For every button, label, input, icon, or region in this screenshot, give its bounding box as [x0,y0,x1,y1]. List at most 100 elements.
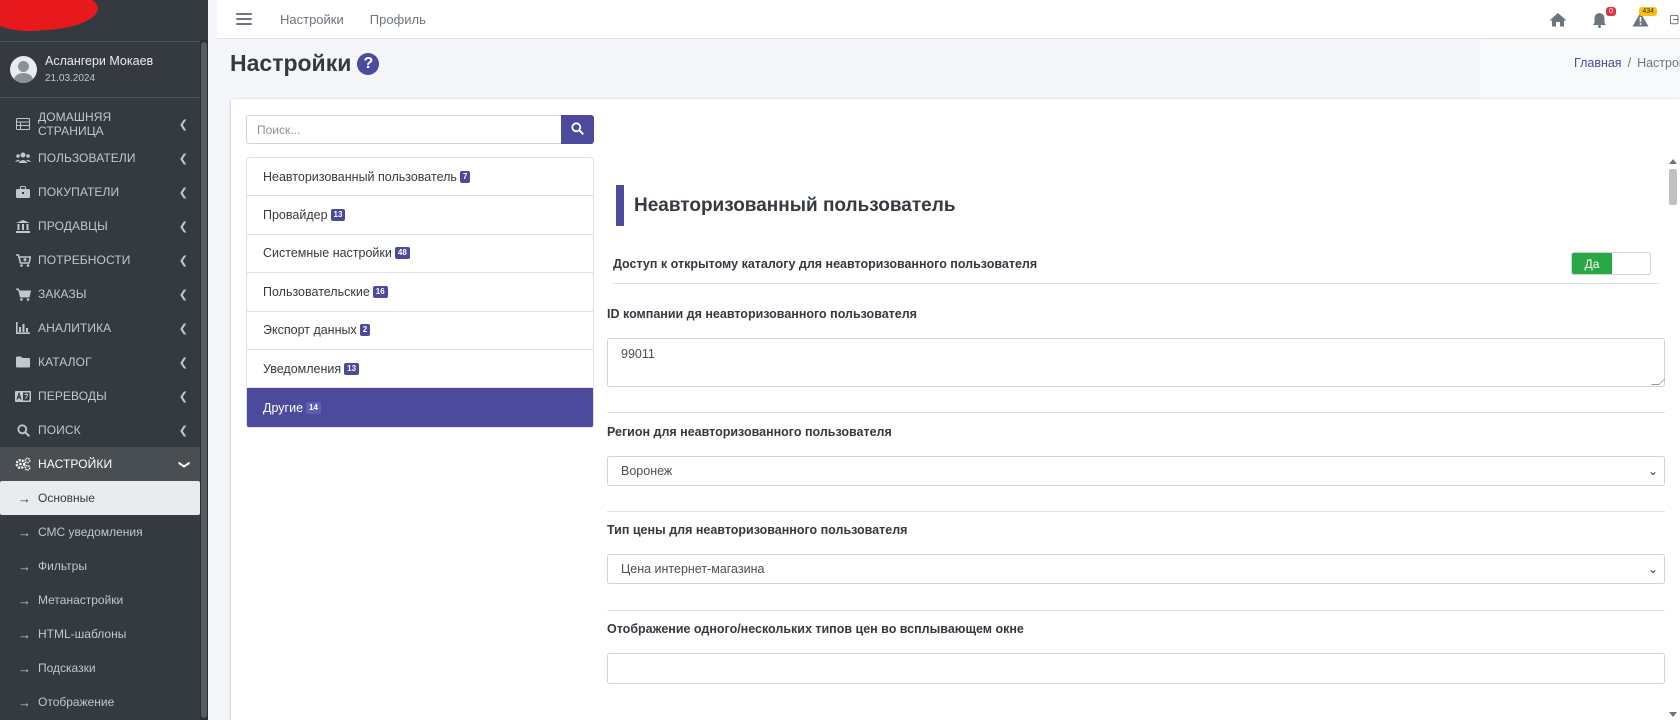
divider [607,511,1665,512]
chevron-left-icon: ❮ [178,424,188,437]
chevron-left-icon: ❮ [178,220,188,233]
bell-icon[interactable]: 0 [1588,6,1616,31]
breadcrumb: Главная / Настрой [1574,56,1680,70]
page-title-text: Настройки [230,50,352,76]
sidebar-item-catalog[interactable]: КАТАЛОГ ❮ [0,345,200,379]
catalog-access-label: Доступ к открытому каталогу для неавтори… [613,256,1038,271]
category-notifications[interactable]: Уведомления 13 [247,350,593,389]
sidebar-item-home[interactable]: ДОМАШНЯЯ СТРАНИЦА ❮ [0,107,200,141]
breadcrumb-home-link[interactable]: Главная [1574,56,1622,70]
category-label: Уведомления [263,361,342,376]
category-count-badge: 13 [330,209,346,222]
sidebar-scrollbar-thumb[interactable] [201,42,207,718]
briefcase-icon [15,184,31,200]
hamburger-menu-icon[interactable] [236,13,252,25]
price-type-label: Тип цены для неавторизованного пользоват… [607,523,908,537]
sidebar-subitem-main[interactable]: → Основные [0,481,200,515]
price-type-field: Тип цены для неавторизованного пользоват… [607,523,1665,584]
chart-icon [15,320,31,336]
chevron-left-icon: ❮ [178,152,188,165]
sidebar-item-label: ПЕРЕВОДЫ [38,389,107,403]
category-unauthorized-user[interactable]: Неавторизованный пользователь 7 [247,158,593,197]
cart-icon [15,286,31,302]
sidebar-subitem-label: Отображение [38,695,115,709]
sidebar-subitem-label: Основные [38,491,95,505]
sidebar-item-translations[interactable]: ПЕРЕВОДЫ ❮ [0,379,200,413]
category-system-settings[interactable]: Системные настройки 48 [247,235,593,274]
sidebar-item-needs[interactable]: ПОТРЕБНОСТИ ❮ [0,243,200,277]
brand-logo-area[interactable] [0,0,208,42]
sidebar-subitem-label: СМС уведомления [38,525,143,539]
sidebar-item-label: НАСТРОЙКИ [38,457,113,471]
search-icon [571,121,585,138]
display-price-types-select[interactable] [607,653,1665,684]
sidebar-subitem-sms[interactable]: → СМС уведомления [0,515,200,549]
company-id-textarea[interactable]: 99011 [607,338,1665,387]
catalog-access-toggle[interactable]: Да [1571,252,1651,275]
topnav-link-profile[interactable]: Профиль [370,12,426,27]
settings-category-list: Неавторизованный пользователь 7 Провайдер… [246,157,594,428]
sidebar-subitem-label: Фильтры [38,559,87,573]
category-label: Неавторизованный пользователь [263,169,457,184]
sidebar-subitem-html-templates[interactable]: → HTML-шаблоны [0,617,200,651]
chevron-down-icon: ⌄ [1647,562,1658,576]
category-user-custom[interactable]: Пользовательские 16 [247,273,593,312]
display-price-types-field: Отображение одного/нескольких типов цен … [607,622,1665,684]
toggle-on-label: Да [1572,253,1612,274]
sidebar-item-label: ДОМАШНЯЯ СТРАНИЦА [38,110,112,138]
exit-icon[interactable] [1670,9,1680,31]
pane-scrollbar[interactable] [1666,157,1680,717]
warning-icon[interactable]: 434 [1629,6,1657,31]
scroll-down-arrow-icon[interactable] [1669,712,1677,717]
sidebar-subitem-meta[interactable]: → Метанастройки [0,583,200,617]
category-count-badge: 13 [344,362,360,375]
user-meta: Аслангери Мокаев 21.03.2024 [45,54,153,85]
settings-search [246,115,594,144]
user-date: 21.03.2024 [45,72,96,84]
arrow-right-icon: → [18,490,31,506]
sidebar: Аслангери Мокаев 21.03.2024 ДОМАШНЯЯ СТР… [0,0,208,720]
sidebar-item-buyers[interactable]: ПОКУПАТЕЛИ ❮ [0,175,200,209]
category-count-badge: 14 [306,401,321,414]
chevron-left-icon: ❮ [178,118,188,131]
category-data-export[interactable]: Экспорт данных 2 [247,312,593,350]
page-title: Настройки ? [230,50,380,77]
category-label: Пользовательские [263,284,370,299]
category-count-badge: 2 [359,324,371,337]
sidebar-item-users[interactable]: ПОЛЬЗОВАТЕЛИ ❮ [0,141,200,175]
chevron-left-icon: ❮ [178,390,188,403]
user-panel[interactable]: Аслангери Мокаев 21.03.2024 [0,42,208,98]
user-avatar [10,56,37,83]
sidebar-item-orders[interactable]: ЗАКАЗЫ ❮ [0,277,200,311]
sidebar-item-search[interactable]: ПОИСК ❮ [0,413,200,447]
sidebar-subitem-filters[interactable]: → Фильтры [0,549,200,583]
sidebar-item-settings[interactable]: НАСТРОЙКИ ❮ [0,447,200,481]
chevron-down-icon: ⌄ [1647,464,1658,478]
category-provider[interactable]: Провайдер 13 [247,196,593,235]
scroll-up-arrow-icon[interactable] [1669,159,1677,164]
region-select[interactable]: Воронеж ⌄ [607,456,1665,486]
resize-handle[interactable] [1651,377,1665,385]
sidebar-item-sellers[interactable]: ПРОДАВЦЫ ❮ [0,209,200,243]
arrow-right-icon: → [18,558,31,574]
settings-card: Неавторизованный пользователь7 Провайдер… [231,99,1680,720]
home-icon[interactable] [1547,9,1569,31]
price-type-select[interactable]: Цена интернет-магазина ⌄ [607,554,1665,584]
search-input[interactable] [246,115,561,144]
pane-scrollbar-thumb[interactable] [1669,169,1677,205]
chevron-down-icon: ❮ [177,459,190,469]
search-button[interactable] [561,115,594,144]
brand-logo-redacted [0,0,100,34]
sidebar-subitem-hints[interactable]: → Подсказки [0,651,200,685]
sidebar-item-analytics[interactable]: АНАЛИТИКА ❮ [0,311,200,345]
region-label: Регион для неавторизованного пользовател… [607,425,892,439]
bank-icon [15,218,31,234]
help-icon[interactable]: ? [357,52,380,75]
category-other[interactable]: Другие 14 [247,388,593,427]
sidebar-subitem-display[interactable]: → Отображение [0,685,200,719]
table-icon [15,116,31,132]
category-count-badge: 16 [372,285,388,298]
topnav-link-settings[interactable]: Настройки [280,12,344,27]
company-id-field: ID компании дя неавторизованного пользов… [607,307,1665,387]
category-count-badge: 7 [459,170,471,183]
